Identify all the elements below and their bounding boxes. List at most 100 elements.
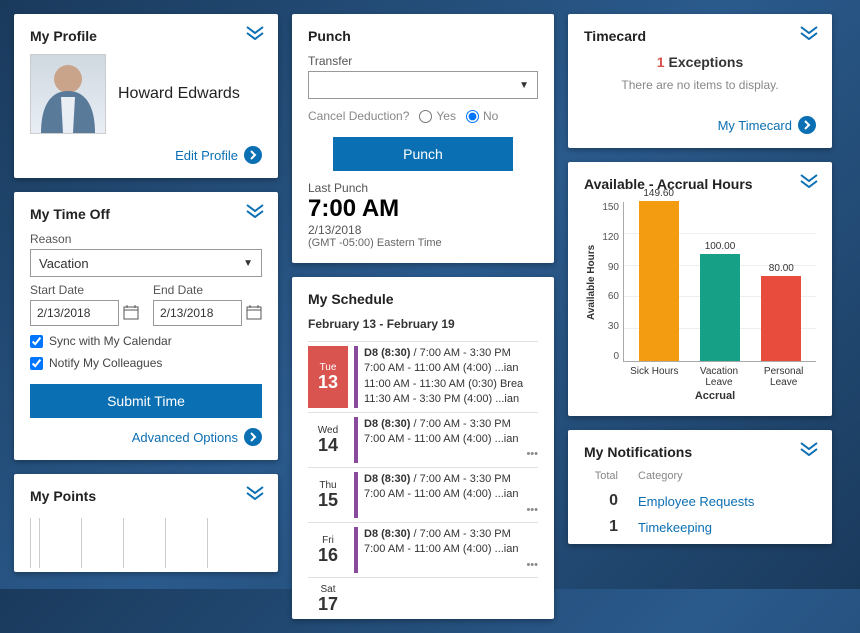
schedule-bar bbox=[354, 417, 358, 463]
schedule-date: Sat 17 bbox=[308, 582, 348, 615]
notification-category[interactable]: Employee Requests bbox=[638, 494, 754, 509]
schedule-date: Wed 14 bbox=[308, 417, 348, 463]
reason-label: Reason bbox=[30, 232, 262, 246]
accrual-title: Available - Accrual Hours bbox=[584, 176, 816, 192]
schedule-date: Tue 13 bbox=[308, 346, 348, 408]
schedule-lines: D8 (8:30) / 7:00 AM - 3:30 PM7:00 AM - 1… bbox=[364, 417, 538, 463]
my-points-title: My Points bbox=[30, 488, 262, 504]
schedule-bar bbox=[354, 527, 358, 573]
my-time-off-card: My Time Off Reason Vacation ▼ Start Date… bbox=[14, 192, 278, 460]
notify-checkbox-row[interactable]: Notify My Colleagues bbox=[30, 356, 262, 370]
schedule-row[interactable]: Wed 14 D8 (8:30) / 7:00 AM - 3:30 PM7:00… bbox=[308, 412, 538, 467]
collapse-icon[interactable] bbox=[800, 26, 818, 40]
notify-checkbox[interactable] bbox=[30, 357, 43, 370]
notification-category[interactable]: Timekeeping bbox=[638, 520, 712, 535]
schedule-lines: D8 (8:30) / 7:00 AM - 3:30 PM7:00 AM - 1… bbox=[364, 346, 538, 408]
more-icon[interactable]: ••• bbox=[526, 558, 538, 573]
my-time-off-title: My Time Off bbox=[30, 206, 262, 222]
chart-bar[interactable]: 80.00 bbox=[756, 263, 806, 361]
my-points-card: My Points bbox=[14, 474, 278, 572]
accrual-chart: Available Hours 1501209060300 149.60100.… bbox=[584, 202, 816, 362]
arrow-right-icon bbox=[798, 116, 816, 134]
calendar-icon[interactable] bbox=[246, 304, 262, 323]
schedule-row[interactable]: Thu 15 D8 (8:30) / 7:00 AM - 3:30 PM7:00… bbox=[308, 467, 538, 522]
chart-bar[interactable]: 100.00 bbox=[695, 241, 745, 361]
notification-row[interactable]: 0 Employee Requests bbox=[584, 488, 816, 514]
points-chart bbox=[30, 518, 262, 568]
punch-title: Punch bbox=[308, 28, 538, 44]
x-axis-label: Accrual bbox=[584, 390, 816, 402]
sync-label: Sync with My Calendar bbox=[49, 334, 172, 348]
collapse-icon[interactable] bbox=[800, 174, 818, 188]
last-punch-date: 2/13/2018 bbox=[308, 223, 538, 237]
notify-label: Notify My Colleagues bbox=[49, 356, 162, 370]
schedule-date: Thu 15 bbox=[308, 472, 348, 518]
schedule-row[interactable]: Sat 17 bbox=[308, 577, 538, 619]
notif-header-total: Total bbox=[588, 470, 618, 482]
punch-card: Punch Transfer ▼ Cancel Deduction? Yes N… bbox=[292, 14, 554, 263]
my-notifications-title: My Notifications bbox=[584, 444, 816, 460]
collapse-icon[interactable] bbox=[246, 204, 264, 218]
caret-down-icon: ▼ bbox=[243, 258, 253, 269]
timecard-title: Timecard bbox=[584, 28, 816, 44]
collapse-icon[interactable] bbox=[246, 486, 264, 500]
schedule-lines: D8 (8:30) / 7:00 AM - 3:30 PM7:00 AM - 1… bbox=[364, 527, 538, 573]
accrual-card: Available - Accrual Hours Available Hour… bbox=[568, 162, 832, 416]
end-date-label: End Date bbox=[153, 283, 262, 297]
schedule-bar bbox=[354, 472, 358, 518]
avatar bbox=[30, 54, 106, 134]
my-schedule-title: My Schedule bbox=[308, 291, 538, 307]
notif-header-category: Category bbox=[638, 470, 683, 482]
transfer-select[interactable]: ▼ bbox=[308, 71, 538, 99]
start-date-input[interactable]: 2/13/2018 bbox=[30, 300, 119, 326]
reason-value: Vacation bbox=[39, 256, 89, 271]
cancel-no-radio[interactable]: No bbox=[466, 109, 498, 123]
end-date-input[interactable]: 2/13/2018 bbox=[153, 300, 242, 326]
sync-checkbox-row[interactable]: Sync with My Calendar bbox=[30, 334, 262, 348]
chart-bar[interactable]: 149.60 bbox=[634, 188, 684, 361]
exceptions-count: 1Exceptions bbox=[584, 54, 816, 70]
my-timecard-label: My Timecard bbox=[718, 118, 792, 133]
my-profile-card: My Profile Howard Edwards Edit Profile bbox=[14, 14, 278, 178]
my-notifications-card: My Notifications Total Category 0 Employe… bbox=[568, 430, 832, 544]
collapse-icon[interactable] bbox=[246, 26, 264, 40]
my-profile-title: My Profile bbox=[30, 28, 262, 44]
notification-row[interactable]: 1 Timekeeping bbox=[584, 514, 816, 540]
cancel-deduction-label: Cancel Deduction? bbox=[308, 109, 409, 123]
advanced-options-link[interactable]: Advanced Options bbox=[132, 428, 262, 446]
timecard-card: Timecard 1Exceptions There are no items … bbox=[568, 14, 832, 148]
schedule-lines: D8 (8:30) / 7:00 AM - 3:30 PM7:00 AM - 1… bbox=[364, 472, 538, 518]
my-schedule-card: My Schedule February 13 - February 19 Tu… bbox=[292, 277, 554, 619]
schedule-range: February 13 - February 19 bbox=[308, 317, 538, 331]
edit-profile-link[interactable]: Edit Profile bbox=[175, 146, 262, 164]
schedule-bar bbox=[354, 346, 358, 408]
schedule-lines bbox=[348, 582, 538, 615]
schedule-row[interactable]: Fri 16 D8 (8:30) / 7:00 AM - 3:30 PM7:00… bbox=[308, 522, 538, 577]
cancel-yes-radio[interactable]: Yes bbox=[419, 109, 456, 123]
more-icon[interactable]: ••• bbox=[526, 447, 538, 462]
last-punch-label: Last Punch bbox=[308, 181, 538, 195]
notification-count: 1 bbox=[588, 518, 618, 536]
schedule-date: Fri 16 bbox=[308, 527, 348, 573]
schedule-row[interactable]: Tue 13 D8 (8:30) / 7:00 AM - 3:30 PM7:00… bbox=[308, 341, 538, 412]
last-punch-tz: (GMT -05:00) Eastern Time bbox=[308, 237, 538, 249]
reason-select[interactable]: Vacation ▼ bbox=[30, 249, 262, 277]
more-icon[interactable]: ••• bbox=[526, 503, 538, 518]
last-punch-time: 7:00 AM bbox=[308, 195, 538, 223]
arrow-right-icon bbox=[244, 146, 262, 164]
transfer-label: Transfer bbox=[308, 54, 538, 68]
start-date-label: Start Date bbox=[30, 283, 139, 297]
timecard-empty: There are no items to display. bbox=[584, 78, 816, 92]
calendar-icon[interactable] bbox=[123, 304, 139, 323]
notification-count: 0 bbox=[588, 492, 618, 510]
my-timecard-link[interactable]: My Timecard bbox=[718, 116, 816, 134]
edit-profile-label: Edit Profile bbox=[175, 148, 238, 163]
sync-checkbox[interactable] bbox=[30, 335, 43, 348]
collapse-icon[interactable] bbox=[800, 442, 818, 456]
caret-down-icon: ▼ bbox=[519, 80, 529, 91]
profile-name: Howard Edwards bbox=[118, 85, 240, 103]
advanced-options-label: Advanced Options bbox=[132, 430, 238, 445]
submit-time-button[interactable]: Submit Time bbox=[30, 384, 262, 418]
punch-button[interactable]: Punch bbox=[333, 137, 513, 171]
arrow-right-icon bbox=[244, 428, 262, 446]
